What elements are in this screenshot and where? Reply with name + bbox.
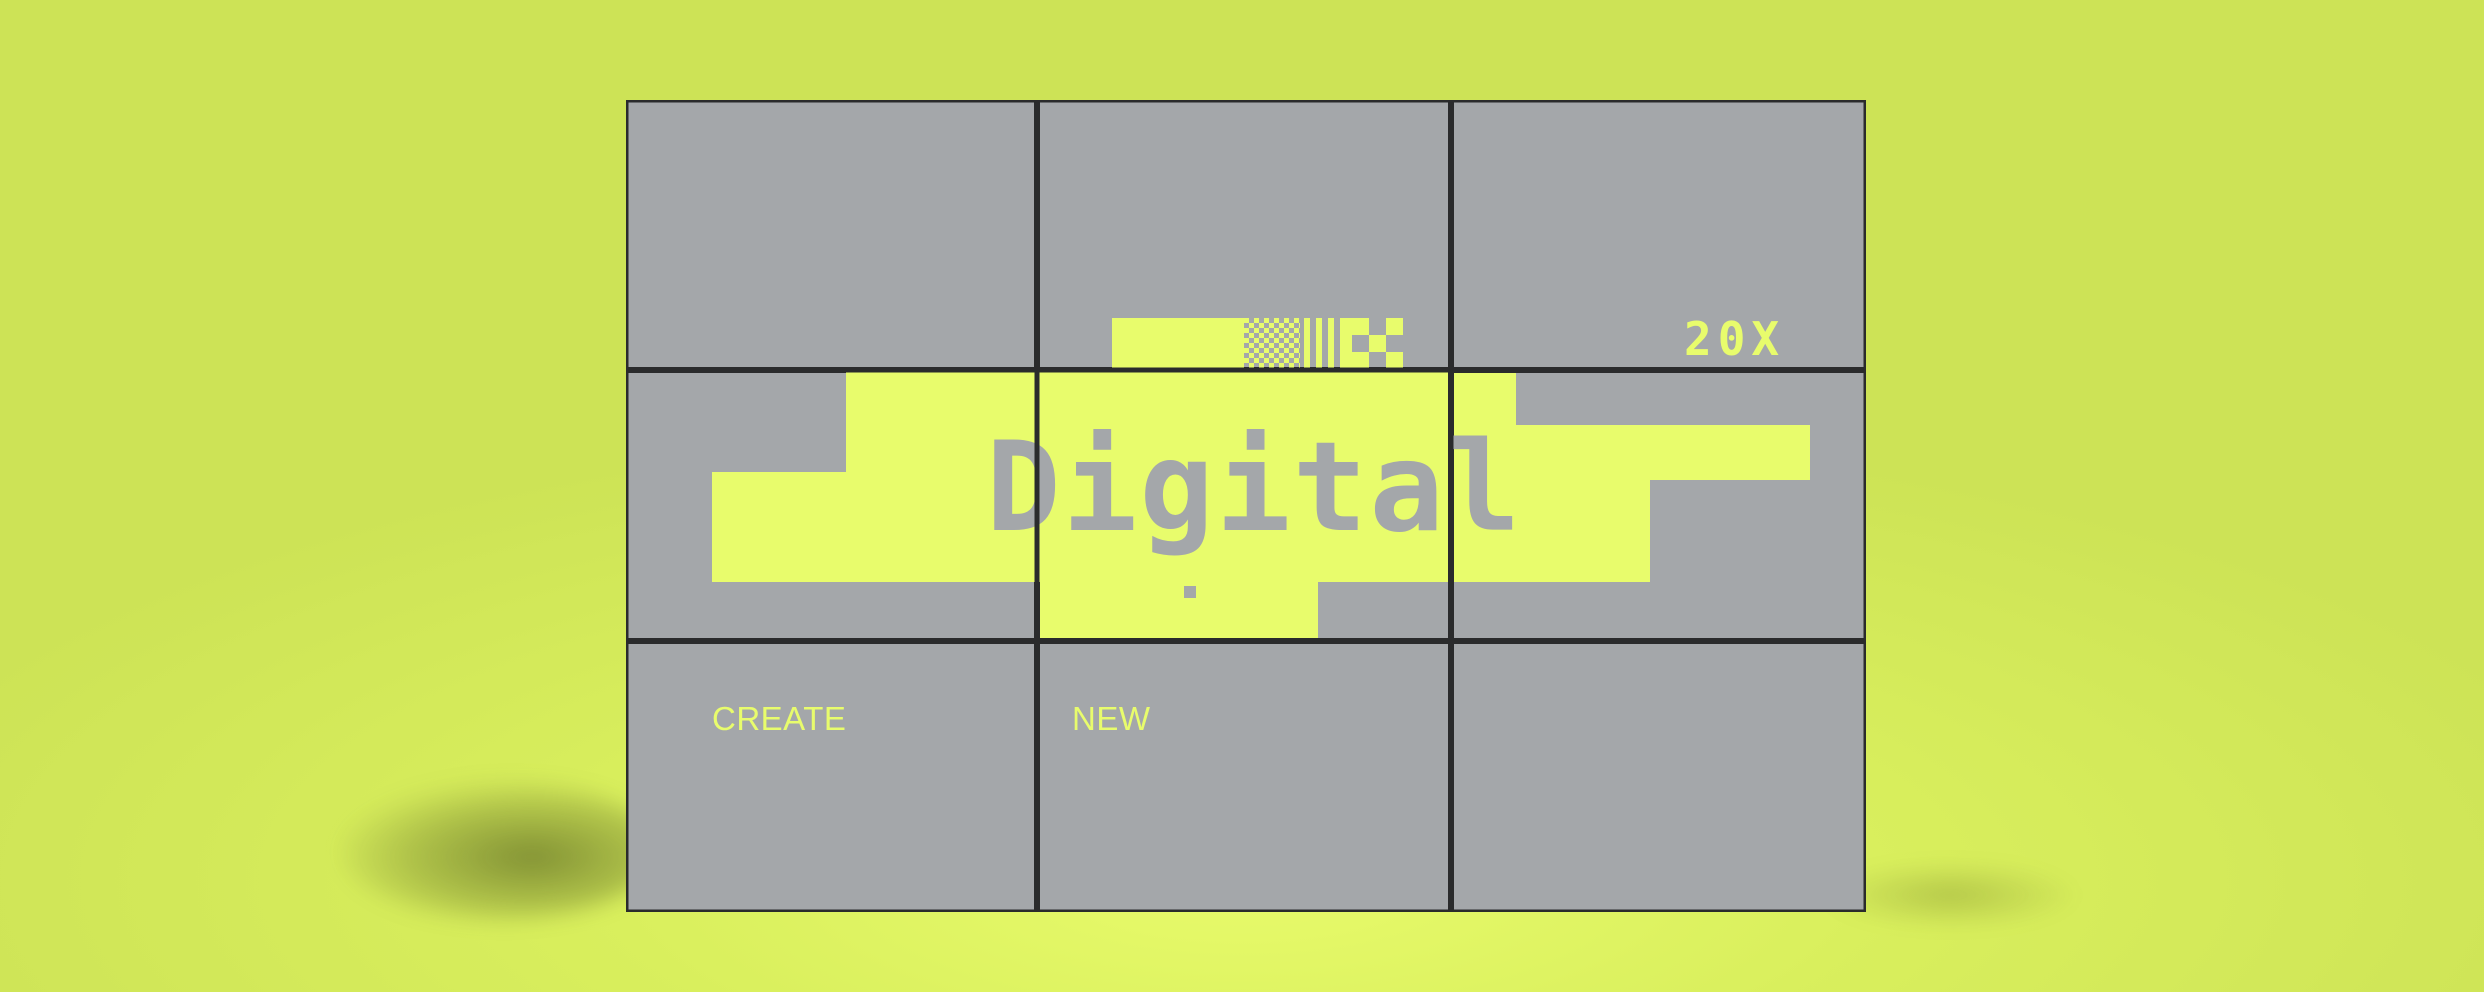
screen-tile-3-3 [1454,644,1864,910]
screen-tile-2-3 [1454,373,1864,638]
screen-tile-1-3 [1454,102,1864,367]
screen-tile-2-2 [1040,373,1448,638]
screen-tile-2-1 [628,373,1034,638]
screen-tile-1-2 [1040,102,1448,367]
floor-shadow [340,780,660,920]
screen-tile-1-1 [628,102,1034,367]
screen-tile-3-1 [628,644,1034,910]
screen-tile-3-2 [1040,644,1448,910]
video-wall: Digital 20X CREATE NEW [626,100,1866,912]
